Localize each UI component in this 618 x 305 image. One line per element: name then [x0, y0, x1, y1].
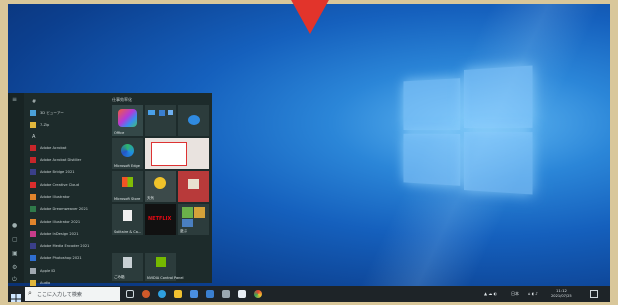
- recycle-bin-tile[interactable]: ごみ箱: [112, 253, 143, 281]
- network-icon[interactable]: ⌂ ◖ ♪: [528, 291, 538, 296]
- power-icon[interactable]: ⏻: [12, 277, 20, 283]
- small-tile-group[interactable]: [145, 105, 176, 136]
- weather-tile[interactable]: 天気: [145, 171, 176, 202]
- app-item[interactable]: Adobe Acrobat: [26, 142, 106, 154]
- nvidia-tile[interactable]: NVIDIA Control Panel: [145, 253, 184, 281]
- start-rail: ≡ ● ▢ ▣ ⚙ ⏻: [8, 93, 24, 283]
- solitaire-tile[interactable]: Solitaire & Ca...: [112, 204, 143, 235]
- app-item[interactable]: Apple ID: [26, 265, 106, 277]
- recycle-bin-icon: [123, 257, 132, 268]
- search-icon: ⌕: [28, 289, 32, 297]
- nvidia-icon: [156, 257, 166, 267]
- app-item[interactable]: 3D ビューアー: [26, 107, 106, 119]
- store-icon: [122, 177, 133, 187]
- cards-icon: [123, 210, 132, 221]
- windows-start-icon: [11, 294, 21, 302]
- store-taskbar-icon[interactable]: [190, 290, 198, 298]
- app-item[interactable]: Adobe Illustrator: [26, 191, 106, 203]
- photos-tile[interactable]: [178, 105, 209, 136]
- netflix-tile[interactable]: NETFLIX: [145, 204, 176, 235]
- app-item[interactable]: 7-Zip: [26, 119, 106, 131]
- screenshot-tile[interactable]: [145, 138, 209, 169]
- app-item[interactable]: Adobe Bridge 2021: [26, 166, 106, 178]
- settings-taskbar-icon[interactable]: [222, 290, 230, 298]
- clock-time[interactable]: 11:12: [556, 288, 567, 293]
- office-icon: [118, 109, 137, 127]
- document-icon[interactable]: ▢: [12, 237, 20, 243]
- notification-icon[interactable]: [590, 290, 598, 298]
- sync-icon: [188, 115, 200, 125]
- store-tile[interactable]: Microsoft Store: [112, 171, 143, 202]
- game-thumb-icon: [182, 219, 193, 227]
- tray-icons[interactable]: ▲ ☁ ◐: [484, 291, 497, 296]
- cortana-icon[interactable]: [142, 290, 150, 298]
- game-thumb-icon: [182, 207, 193, 218]
- app-item[interactable]: Adobe Acrobat Distiller: [26, 154, 106, 166]
- settings-gear-icon[interactable]: ⚙: [12, 265, 20, 271]
- news-tile[interactable]: [178, 171, 209, 202]
- game-thumb-icon: [194, 207, 205, 218]
- app-item[interactable]: Adobe Media Encoder 2021: [26, 240, 106, 252]
- taskbar: ⌕ ここに入力して検索 ▲ ☁ ◐ 日本 ⌂ ◖ ♪ 11:12 2021/07…: [8, 286, 610, 302]
- chrome-taskbar-icon[interactable]: [254, 290, 262, 298]
- office-tile[interactable]: Office: [112, 105, 143, 136]
- taskbar-search-box[interactable]: ⌕ ここに入力して検索: [25, 287, 120, 301]
- edge-taskbar-icon[interactable]: [158, 290, 166, 298]
- section-letter[interactable]: A: [26, 132, 106, 142]
- word-taskbar-icon[interactable]: [238, 290, 246, 298]
- file-explorer-icon[interactable]: [174, 290, 182, 298]
- windows-logo-wallpaper: [403, 65, 533, 195]
- section-letter[interactable]: #: [26, 97, 106, 107]
- search-placeholder: ここに入力して検索: [37, 292, 82, 298]
- tiles-group-title: 仕事効率化: [112, 97, 132, 102]
- desktop: ≡ ● ▢ ▣ ⚙ ⏻ # 3D ビューアー 7-Zip A Adobe Acr…: [8, 4, 610, 302]
- user-avatar-icon[interactable]: ●: [12, 223, 20, 229]
- games-tile[interactable]: 遊ぶ: [178, 204, 209, 235]
- netflix-logo: NETFLIX: [148, 216, 172, 222]
- app-item[interactable]: Adobe Creative Cloud: [26, 178, 106, 190]
- task-view-icon[interactable]: [126, 290, 134, 298]
- start-menu: ≡ ● ▢ ▣ ⚙ ⏻ # 3D ビューアー 7-Zip A Adobe Acr…: [8, 93, 212, 286]
- hamburger-icon[interactable]: ≡: [12, 97, 20, 103]
- app-item[interactable]: Adobe InDesign 2021: [26, 228, 106, 240]
- callout-arrow: [290, 0, 330, 34]
- start-button[interactable]: [11, 289, 21, 302]
- screenshot-thumbnail-icon: [151, 142, 187, 166]
- calendar-icon: [159, 110, 165, 116]
- app-item[interactable]: Adobe Dreamweaver 2021: [26, 203, 106, 215]
- input-language[interactable]: 日本: [511, 291, 519, 297]
- clock-date[interactable]: 2021/07/25: [551, 294, 572, 298]
- weather-sun-icon: [154, 177, 166, 189]
- news-icon: [188, 179, 199, 189]
- edge-tile[interactable]: Microsoft Edge: [112, 138, 143, 169]
- app-list: # 3D ビューアー 7-Zip A Adobe Acrobat Adobe A…: [26, 97, 106, 289]
- app-item[interactable]: Adobe Illustrator 2021: [26, 215, 106, 227]
- edge-icon: [121, 144, 134, 157]
- app-item[interactable]: Adobe Photoshop 2021: [26, 252, 106, 264]
- mail-icon: [148, 110, 155, 115]
- mail-taskbar-icon[interactable]: [206, 290, 214, 298]
- photos-icon: [168, 110, 173, 115]
- pictures-icon[interactable]: ▣: [12, 251, 20, 257]
